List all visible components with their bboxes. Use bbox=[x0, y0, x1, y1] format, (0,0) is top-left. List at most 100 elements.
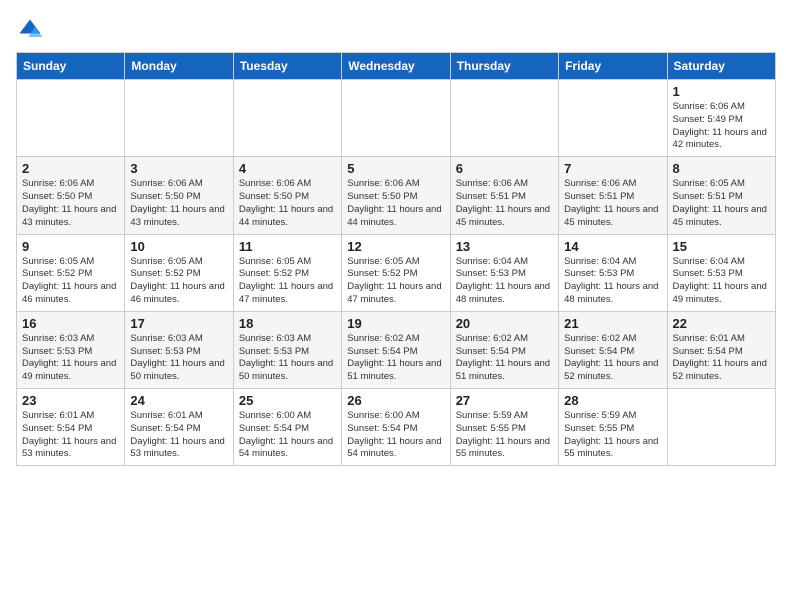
day-number: 20 bbox=[456, 316, 553, 331]
day-number: 9 bbox=[22, 239, 119, 254]
day-number: 24 bbox=[130, 393, 227, 408]
day-info: Sunrise: 5:59 AM Sunset: 5:55 PM Dayligh… bbox=[456, 410, 553, 461]
calendar-cell: 10Sunrise: 6:05 AM Sunset: 5:52 PM Dayli… bbox=[125, 234, 233, 311]
calendar-week-row: 1 Sunrise: 6:06 AM Sunset: 5:49 PM Daylig… bbox=[17, 80, 776, 157]
day-number: 19 bbox=[347, 316, 444, 331]
calendar-cell: 14Sunrise: 6:04 AM Sunset: 5:53 PM Dayli… bbox=[559, 234, 667, 311]
calendar-cell: 4Sunrise: 6:06 AM Sunset: 5:50 PM Daylig… bbox=[233, 157, 341, 234]
day-info: Sunrise: 6:02 AM Sunset: 5:54 PM Dayligh… bbox=[564, 333, 661, 384]
weekday-header-wednesday: Wednesday bbox=[342, 53, 450, 80]
day-info: Sunrise: 6:06 AM Sunset: 5:51 PM Dayligh… bbox=[456, 178, 553, 229]
weekday-header-sunday: Sunday bbox=[17, 53, 125, 80]
day-info: Sunrise: 6:00 AM Sunset: 5:54 PM Dayligh… bbox=[239, 410, 336, 461]
day-number: 5 bbox=[347, 161, 444, 176]
day-number: 1 bbox=[673, 84, 770, 99]
calendar-cell bbox=[559, 80, 667, 157]
day-info: Sunrise: 6:05 AM Sunset: 5:52 PM Dayligh… bbox=[239, 256, 336, 307]
weekday-header-row: SundayMondayTuesdayWednesdayThursdayFrid… bbox=[17, 53, 776, 80]
day-info: Sunrise: 6:05 AM Sunset: 5:51 PM Dayligh… bbox=[673, 178, 770, 229]
day-info: Sunrise: 6:02 AM Sunset: 5:54 PM Dayligh… bbox=[347, 333, 444, 384]
day-number: 22 bbox=[673, 316, 770, 331]
day-number: 8 bbox=[673, 161, 770, 176]
calendar-week-row: 23 Sunrise: 6:01 AM Sunset: 5:54 PM Dayli… bbox=[17, 389, 776, 466]
weekday-header-thursday: Thursday bbox=[450, 53, 558, 80]
day-info: Sunrise: 6:06 AM Sunset: 5:51 PM Dayligh… bbox=[564, 178, 661, 229]
calendar-cell: 1 Sunrise: 6:06 AM Sunset: 5:49 PM Daylig… bbox=[667, 80, 775, 157]
calendar-cell: 16Sunrise: 6:03 AM Sunset: 5:53 PM Dayli… bbox=[17, 311, 125, 388]
calendar-cell: 2 Sunrise: 6:06 AM Sunset: 5:50 PM Daylig… bbox=[17, 157, 125, 234]
day-number: 15 bbox=[673, 239, 770, 254]
day-info: Sunrise: 6:01 AM Sunset: 5:54 PM Dayligh… bbox=[22, 410, 119, 461]
page-header bbox=[16, 16, 776, 44]
weekday-header-monday: Monday bbox=[125, 53, 233, 80]
calendar-cell: 26 Sunrise: 6:00 AM Sunset: 5:54 PM Dayli… bbox=[342, 389, 450, 466]
calendar-cell: 8 Sunrise: 6:05 AM Sunset: 5:51 PM Daylig… bbox=[667, 157, 775, 234]
calendar-cell: 6 Sunrise: 6:06 AM Sunset: 5:51 PM Daylig… bbox=[450, 157, 558, 234]
day-info: Sunrise: 6:03 AM Sunset: 5:53 PM Dayligh… bbox=[130, 333, 227, 384]
day-info: Sunrise: 6:01 AM Sunset: 5:54 PM Dayligh… bbox=[130, 410, 227, 461]
day-info: Sunrise: 6:01 AM Sunset: 5:54 PM Dayligh… bbox=[673, 333, 770, 384]
weekday-header-saturday: Saturday bbox=[667, 53, 775, 80]
logo-icon bbox=[16, 16, 44, 44]
day-info: Sunrise: 6:05 AM Sunset: 5:52 PM Dayligh… bbox=[130, 256, 227, 307]
day-number: 17 bbox=[130, 316, 227, 331]
day-info: Sunrise: 6:06 AM Sunset: 5:50 PM Dayligh… bbox=[22, 178, 119, 229]
calendar-cell: 12 Sunrise: 6:05 AM Sunset: 5:52 PM Dayli… bbox=[342, 234, 450, 311]
calendar-cell: 24 Sunrise: 6:01 AM Sunset: 5:54 PM Dayli… bbox=[125, 389, 233, 466]
day-number: 2 bbox=[22, 161, 119, 176]
day-number: 14 bbox=[564, 239, 661, 254]
calendar-cell: 27 Sunrise: 5:59 AM Sunset: 5:55 PM Dayli… bbox=[450, 389, 558, 466]
weekday-header-friday: Friday bbox=[559, 53, 667, 80]
calendar-cell: 3 Sunrise: 6:06 AM Sunset: 5:50 PM Daylig… bbox=[125, 157, 233, 234]
calendar-cell bbox=[17, 80, 125, 157]
day-info: Sunrise: 6:03 AM Sunset: 5:53 PM Dayligh… bbox=[239, 333, 336, 384]
day-number: 25 bbox=[239, 393, 336, 408]
day-number: 11 bbox=[239, 239, 336, 254]
day-number: 6 bbox=[456, 161, 553, 176]
calendar-week-row: 9 Sunrise: 6:05 AM Sunset: 5:52 PM Daylig… bbox=[17, 234, 776, 311]
calendar-cell: 25 Sunrise: 6:00 AM Sunset: 5:54 PM Dayli… bbox=[233, 389, 341, 466]
day-number: 26 bbox=[347, 393, 444, 408]
calendar-cell: 23 Sunrise: 6:01 AM Sunset: 5:54 PM Dayli… bbox=[17, 389, 125, 466]
day-info: Sunrise: 5:59 AM Sunset: 5:55 PM Dayligh… bbox=[564, 410, 661, 461]
day-info: Sunrise: 6:06 AM Sunset: 5:50 PM Dayligh… bbox=[347, 178, 444, 229]
calendar-cell: 21 Sunrise: 6:02 AM Sunset: 5:54 PM Dayli… bbox=[559, 311, 667, 388]
calendar-cell bbox=[342, 80, 450, 157]
day-number: 16 bbox=[22, 316, 119, 331]
calendar-cell: 9 Sunrise: 6:05 AM Sunset: 5:52 PM Daylig… bbox=[17, 234, 125, 311]
calendar-cell bbox=[667, 389, 775, 466]
calendar-cell: 22 Sunrise: 6:01 AM Sunset: 5:54 PM Dayli… bbox=[667, 311, 775, 388]
calendar-week-row: 2 Sunrise: 6:06 AM Sunset: 5:50 PM Daylig… bbox=[17, 157, 776, 234]
calendar-cell: 18 Sunrise: 6:03 AM Sunset: 5:53 PM Dayli… bbox=[233, 311, 341, 388]
calendar-table: SundayMondayTuesdayWednesdayThursdayFrid… bbox=[16, 52, 776, 466]
day-number: 23 bbox=[22, 393, 119, 408]
day-number: 21 bbox=[564, 316, 661, 331]
calendar-cell: 11 Sunrise: 6:05 AM Sunset: 5:52 PM Dayli… bbox=[233, 234, 341, 311]
day-info: Sunrise: 6:05 AM Sunset: 5:52 PM Dayligh… bbox=[347, 256, 444, 307]
calendar-cell: 17 Sunrise: 6:03 AM Sunset: 5:53 PM Dayli… bbox=[125, 311, 233, 388]
day-number: 18 bbox=[239, 316, 336, 331]
day-number: 12 bbox=[347, 239, 444, 254]
calendar-cell: 15 Sunrise: 6:04 AM Sunset: 5:53 PM Dayli… bbox=[667, 234, 775, 311]
day-number: 7 bbox=[564, 161, 661, 176]
calendar-cell: 19 Sunrise: 6:02 AM Sunset: 5:54 PM Dayli… bbox=[342, 311, 450, 388]
calendar-cell: 7 Sunrise: 6:06 AM Sunset: 5:51 PM Daylig… bbox=[559, 157, 667, 234]
calendar-cell bbox=[450, 80, 558, 157]
day-info: Sunrise: 6:05 AM Sunset: 5:52 PM Dayligh… bbox=[22, 256, 119, 307]
day-number: 13 bbox=[456, 239, 553, 254]
day-info: Sunrise: 6:06 AM Sunset: 5:49 PM Dayligh… bbox=[673, 101, 770, 152]
day-number: 3 bbox=[130, 161, 227, 176]
calendar-cell: 28 Sunrise: 5:59 AM Sunset: 5:55 PM Dayli… bbox=[559, 389, 667, 466]
day-info: Sunrise: 6:04 AM Sunset: 5:53 PM Dayligh… bbox=[673, 256, 770, 307]
day-info: Sunrise: 6:00 AM Sunset: 5:54 PM Dayligh… bbox=[347, 410, 444, 461]
day-info: Sunrise: 6:06 AM Sunset: 5:50 PM Dayligh… bbox=[239, 178, 336, 229]
day-number: 27 bbox=[456, 393, 553, 408]
day-info: Sunrise: 6:06 AM Sunset: 5:50 PM Dayligh… bbox=[130, 178, 227, 229]
day-number: 28 bbox=[564, 393, 661, 408]
calendar-cell: 5 Sunrise: 6:06 AM Sunset: 5:50 PM Daylig… bbox=[342, 157, 450, 234]
calendar-cell bbox=[125, 80, 233, 157]
calendar-cell: 13 Sunrise: 6:04 AM Sunset: 5:53 PM Dayli… bbox=[450, 234, 558, 311]
calendar-week-row: 16 Sunrise: 6:03 AM Sunset: 5:53 PM Dayli… bbox=[17, 311, 776, 388]
logo bbox=[16, 16, 48, 44]
day-info: Sunrise: 6:04 AM Sunset: 5:53 PM Dayligh… bbox=[456, 256, 553, 307]
